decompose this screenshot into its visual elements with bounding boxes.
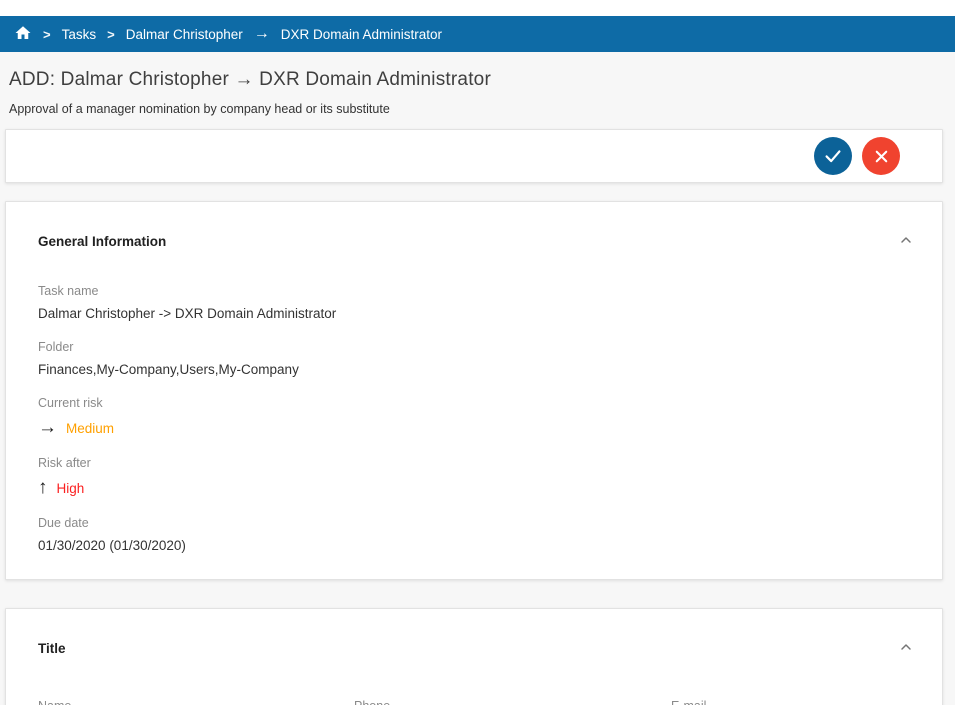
field-label: Current risk [38, 396, 910, 411]
arrow-right-icon: → [38, 417, 57, 439]
approve-button[interactable] [814, 137, 852, 175]
field-label: Name [38, 699, 354, 705]
page-subtitle: Approval of a manager nomination by comp… [5, 91, 950, 116]
field-label: Folder [38, 340, 910, 355]
page-content: ADD: Dalmar Christopher → DXR Domain Adm… [0, 52, 955, 705]
title-card-columns: Name Dalmar Christopher Phone +49 89 323… [6, 660, 942, 705]
breadcrumb-separator: > [107, 27, 115, 42]
section-heading: Title [38, 641, 66, 656]
current-risk-row: → Medium [38, 417, 910, 439]
chevron-up-icon [898, 232, 914, 251]
risk-after-row: ↑ High [38, 477, 910, 499]
section-heading: General Information [38, 234, 166, 249]
phone-field: Phone +49 89 323-45301 [354, 699, 671, 705]
deny-button[interactable] [862, 137, 900, 175]
due-date-value: 01/30/2020 (01/30/2020) [38, 536, 910, 555]
check-icon [822, 145, 844, 167]
risk-after-value: High [57, 481, 85, 496]
general-information-card: General Information Task name Dalmar Chr… [5, 201, 943, 580]
breadcrumb-item-tasks[interactable]: Tasks [62, 27, 97, 42]
field-label: Risk after [38, 456, 910, 471]
current-risk-value: Medium [66, 421, 114, 436]
approval-action-bar [5, 129, 943, 183]
field-label: E-mail [671, 699, 916, 705]
breadcrumb-item-role[interactable]: DXR Domain Administrator [281, 27, 442, 42]
email-field: E-mail Christopher.Dalmar@My-Company [671, 699, 916, 705]
title-card: Title Name Dalmar Christopher Phone +49 … [5, 608, 943, 705]
due-date-field: Due date 01/30/2020 (01/30/2020) [38, 516, 910, 555]
page-title: ADD: Dalmar Christopher → DXR Domain Adm… [5, 52, 950, 91]
breadcrumb-item-person[interactable]: Dalmar Christopher [126, 27, 243, 42]
task-name-field: Task name Dalmar Christopher -> DXR Doma… [38, 284, 910, 323]
top-strip [0, 0, 955, 16]
task-name-value: Dalmar Christopher -> DXR Domain Adminis… [38, 304, 358, 323]
folder-field: Folder Finances,My-Company,Users,My-Comp… [38, 340, 910, 379]
title-card-header: Title [6, 609, 942, 660]
name-field: Name Dalmar Christopher [38, 699, 354, 705]
field-label: Task name [38, 284, 910, 299]
arrow-up-icon: ↑ [38, 477, 48, 499]
home-icon [14, 24, 32, 45]
field-label: Due date [38, 516, 910, 531]
current-risk-field: Current risk → Medium [38, 396, 910, 439]
field-label: Phone [354, 699, 671, 705]
collapse-title-button[interactable] [896, 637, 916, 660]
breadcrumb: > Tasks > Dalmar Christopher → DXR Domai… [0, 16, 955, 52]
collapse-general-information-button[interactable] [896, 230, 916, 253]
general-information-fields: Task name Dalmar Christopher -> DXR Doma… [6, 253, 942, 555]
close-icon [872, 147, 891, 166]
breadcrumb-arrow-separator: → [254, 25, 270, 43]
breadcrumb-separator: > [43, 27, 51, 42]
general-information-header: General Information [6, 202, 942, 253]
risk-after-field: Risk after ↑ High [38, 456, 910, 499]
chevron-up-icon [898, 639, 914, 658]
folder-value: Finances,My-Company,Users,My-Company [38, 360, 910, 379]
home-breadcrumb-link[interactable] [14, 24, 32, 45]
